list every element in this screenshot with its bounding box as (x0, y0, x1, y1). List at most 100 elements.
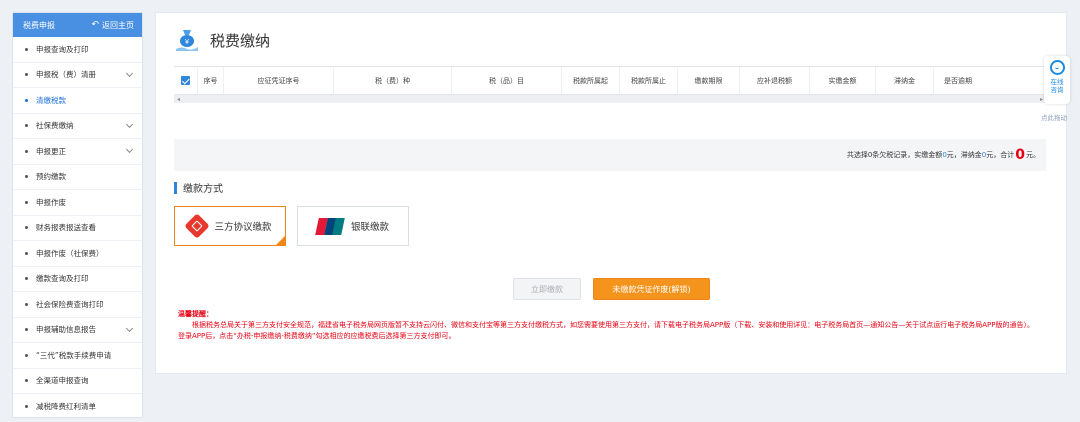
summary-bar: 共选择0条欠税记录，实缴金额 0 元，滞纳金 0 元， 合计 0 元。 (174, 139, 1046, 171)
sidebar-item[interactable]: 申报作废 (13, 190, 142, 216)
column-header: 滞纳金 (876, 67, 934, 94)
bullet-icon (25, 226, 28, 230)
sidebar-item-label: 申报作废 (36, 197, 66, 207)
column-header: 应征凭证序号 (224, 67, 334, 94)
bullet-icon (25, 73, 28, 77)
sidebar-item-label: 社保费缴纳 (36, 121, 74, 131)
sidebar-item[interactable]: 申报作废（社保费） (13, 241, 142, 267)
sidebar-item[interactable]: 申报税（费）清册 (13, 63, 142, 88)
consult-label: 在线 咨询 (1051, 78, 1064, 94)
bullet-icon (25, 149, 28, 153)
back-home-link[interactable]: ↶ 返回主页 (91, 20, 134, 31)
scroll-left-icon[interactable]: ◂ (177, 96, 180, 103)
unionpay-option[interactable]: 银联缴款 (297, 206, 409, 246)
chat-icon (1049, 60, 1065, 75)
column-header: 税款所属起 (562, 67, 620, 94)
back-home-label: 返回主页 (102, 20, 134, 30)
page-header: ¥ 税费缴纳 (174, 27, 270, 53)
third-party-option-label: 三方协议缴款 (214, 222, 272, 233)
sidebar-item-label: 申报查询及打印 (36, 44, 89, 54)
bullet-icon (25, 353, 28, 357)
sidebar-item-label: 申报更正 (36, 146, 66, 156)
chevron-down-icon[interactable] (125, 69, 134, 77)
column-header: 税款所属止 (620, 67, 678, 94)
bullet-icon (25, 277, 28, 281)
unionpay-option-label: 银联缴款 (350, 222, 389, 233)
page-title: 税费缴纳 (210, 31, 271, 50)
column-header: 实缴金额 (810, 67, 876, 94)
bullet-icon (25, 124, 28, 128)
scroll-right-icon[interactable]: ▸ (1040, 96, 1043, 103)
sidebar-item-label: 财务报表报送查看 (36, 223, 96, 233)
bullet-icon (25, 200, 28, 204)
consult-line1: 在线 (1050, 78, 1064, 86)
table-header: 序号 应征凭证序号 税（费）种 税（品）目 税款所属起 税款所属止 缴款期限 应补退税额 实缴金… (174, 67, 1046, 95)
summary-mid2: 元， (986, 151, 1001, 159)
bullet-icon (25, 98, 28, 102)
sidebar-item-label: 预约缴款 (36, 172, 66, 182)
payment-method-title: 缴款方式 (183, 184, 223, 195)
sidebar-item[interactable]: 申报查询及打印 (13, 37, 142, 63)
sidebar-item-label: 缴款查询及打印 (36, 274, 89, 284)
column-header: 应补退税额 (740, 67, 810, 94)
sidebar-item-label: 清缴税款 (36, 95, 66, 105)
sidebar-item-label: 全渠道申报查询 (36, 376, 89, 386)
sidebar-item[interactable]: 财务报表报送查看 (13, 216, 142, 241)
select-all-checkbox[interactable] (181, 76, 190, 85)
pay-now-button[interactable]: 立即缴款 (513, 278, 581, 300)
chevron-down-icon[interactable] (125, 146, 134, 154)
chevron-down-icon[interactable] (125, 120, 134, 128)
void-voucher-button[interactable]: 未缴款凭证作废(解锁) (593, 278, 710, 300)
column-header: 税（品）目 (452, 67, 562, 94)
tax-table: 序号 应征凭证序号 税（费）种 税（品）目 税款所属起 税款所属止 缴款期限 应补退税额 实缴金… (174, 66, 1046, 103)
tips-title: 温馨提醒： (178, 310, 213, 318)
consult-line2: 咨询 (1050, 86, 1064, 94)
summary-suffix: 元。 (1026, 151, 1040, 159)
column-header: 缴款期限 (678, 67, 740, 94)
sidebar-item[interactable]: 减税降费红利清单 (13, 394, 142, 417)
bullet-icon (25, 302, 28, 306)
online-consult-widget[interactable]: 在线 咨询 (1044, 56, 1070, 104)
sidebar-title: 税费申报 (23, 20, 55, 30)
sidebar-item-label: 申报辅助信息报告 (36, 325, 96, 335)
select-all-cell[interactable] (174, 67, 198, 94)
sidebar-item-label: 申报作废（社保费） (36, 248, 104, 258)
sidebar: 税费申报 ↶ 返回主页 申报查询及打印 申报税（费）清册 清缴税款社保费缴纳申报更正… (12, 12, 143, 418)
summary-total: 0 (1015, 147, 1025, 163)
sidebar-item[interactable]: 申报更正 (13, 139, 142, 165)
money-bag-icon: ¥ (174, 27, 200, 53)
drag-hint[interactable]: 点此拖动 (1041, 112, 1067, 122)
summary-mid1: 元，滞纳金 (946, 151, 982, 159)
bullet-icon (25, 47, 28, 51)
sidebar-item[interactable]: 清缴税款 (13, 88, 142, 114)
payment-method-heading: 缴款方式 (174, 180, 223, 195)
bullet-icon (25, 175, 28, 179)
summary-total-label: 合计 (1000, 151, 1015, 159)
sidebar-item[interactable]: 社会保险费查询打印 (13, 292, 142, 318)
bullet-icon (25, 404, 28, 408)
unionpay-logo-icon (315, 217, 345, 235)
back-arrow-icon: ↶ (91, 20, 99, 30)
sidebar-item[interactable]: “三代”税款手续费申请 (13, 343, 142, 369)
sidebar-header: 税费申报 ↶ 返回主页 (13, 13, 142, 37)
sidebar-item[interactable]: 申报辅助信息报告 (13, 318, 142, 343)
sidebar-item[interactable]: 社保费缴纳 (13, 114, 142, 139)
third-party-agreement-option[interactable]: 三方协议缴款 (174, 206, 286, 246)
sidebar-menu: 申报查询及打印 申报税（费）清册 清缴税款社保费缴纳申报更正预约缴款申报作废财务报表… (13, 37, 142, 417)
warm-tips: 温馨提醒： 根据税务总局关于第三方支付安全规范，福建省电子税务局网页版暂不支持云… (178, 309, 1038, 342)
sidebar-item-label: 减税降费红利清单 (36, 401, 96, 411)
tips-body: 根据税务总局关于第三方支付安全规范，福建省电子税务局网页版暂不支持云闪付、微信和… (178, 321, 1034, 340)
section-marker (174, 181, 177, 194)
column-header: 税（费）种 (334, 67, 452, 94)
column-header: 序号 (198, 67, 224, 94)
svg-text:¥: ¥ (185, 38, 190, 46)
sidebar-item-label: “三代”税款手续费申请 (36, 350, 112, 360)
horizontal-scrollbar[interactable]: ◂ ▸ (174, 95, 1046, 103)
sidebar-item[interactable]: 缴款查询及打印 (13, 267, 142, 292)
sidebar-item-label: 申报税（费）清册 (36, 70, 96, 80)
sidebar-item[interactable]: 预约缴款 (13, 165, 142, 190)
chevron-down-icon[interactable] (125, 324, 134, 332)
main-panel: ¥ 税费缴纳 序号 应征凭证序号 税（费）种 税（品）目 税款所属起 税款所属止 缴款期限应… (155, 12, 1067, 374)
bullet-icon (25, 328, 28, 332)
sidebar-item[interactable]: 全渠道申报查询 (13, 369, 142, 394)
